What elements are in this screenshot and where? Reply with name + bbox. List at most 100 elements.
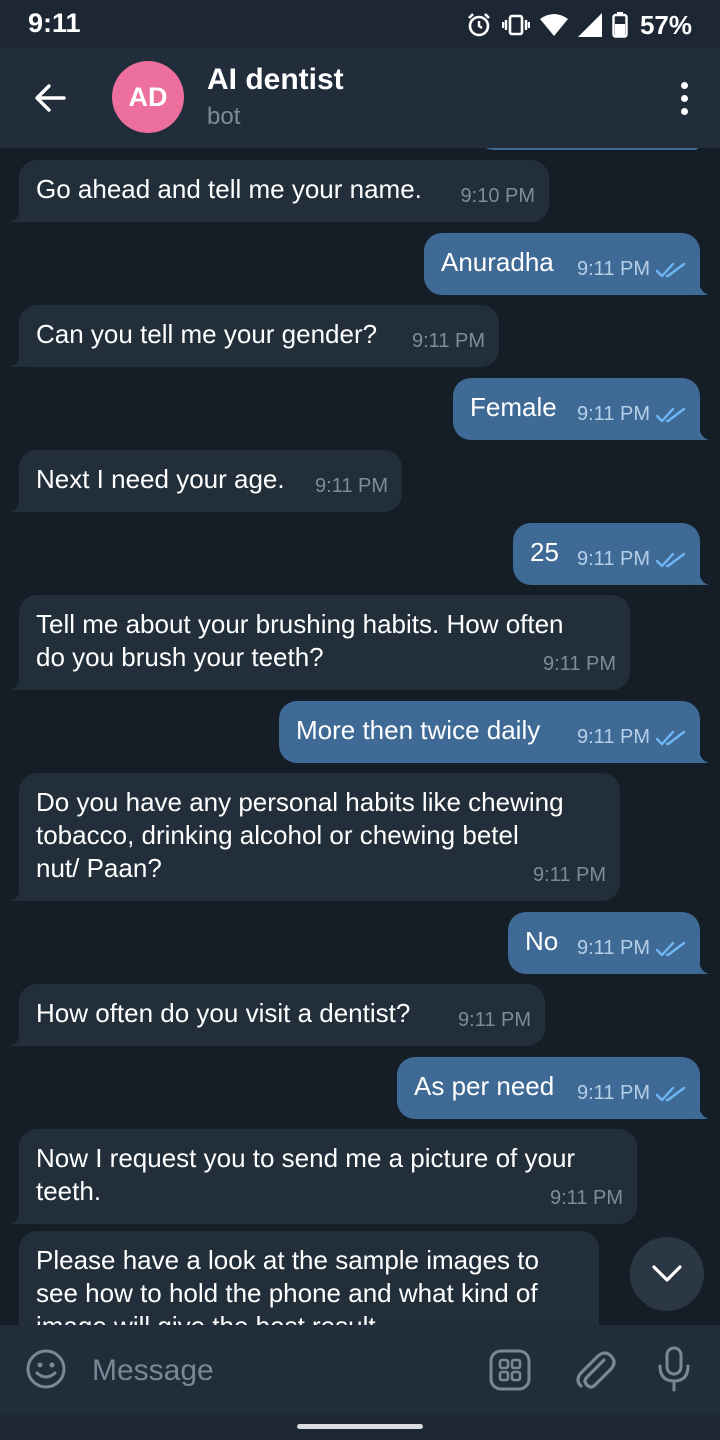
message-line: Next I need your age. bbox=[36, 464, 285, 494]
message-meta: 9:11 PM bbox=[543, 648, 616, 681]
message-list[interactable]: Go ahead and tell me your name. 9:10 PM An… bbox=[0, 148, 720, 1325]
incoming-message[interactable]: Go ahead and tell me your name. 9:10 PM bbox=[10, 160, 549, 222]
chat-subtitle: bot bbox=[207, 103, 241, 130]
message-line: Tell me about your brushing habits. How … bbox=[36, 609, 564, 639]
message-time: 9:11 PM bbox=[577, 548, 650, 570]
outgoing-message[interactable]: No 9:11 PM bbox=[508, 912, 709, 974]
message-time: 9:11 PM bbox=[577, 937, 650, 959]
status-bar: 9:11 57% bbox=[0, 0, 720, 48]
arrow-left-icon bbox=[35, 84, 66, 112]
message-meta: 9:11 PM bbox=[533, 859, 606, 892]
read-receipt-icon bbox=[656, 941, 686, 956]
avatar[interactable]: AD bbox=[112, 61, 184, 133]
message-time: 9:10 PM bbox=[460, 185, 535, 207]
message-line: do you brush your teeth? bbox=[36, 642, 324, 672]
read-receipt-icon bbox=[656, 730, 686, 745]
message-line: Can you tell me your gender? bbox=[36, 319, 378, 349]
dot-icon bbox=[680, 107, 688, 115]
outgoing-message[interactable]: More then twice daily 9:11 PM bbox=[279, 701, 709, 763]
message-line: Do you have any personal habits like che… bbox=[36, 787, 564, 817]
status-icons: 57% bbox=[466, 9, 692, 41]
scroll-to-bottom-button[interactable] bbox=[630, 1237, 704, 1311]
message-time: 9:11 PM bbox=[577, 1082, 650, 1104]
read-receipt-icon bbox=[656, 552, 686, 567]
read-receipt-icon bbox=[656, 1086, 686, 1101]
message-text: How often do you visit a dentist? bbox=[36, 997, 410, 1030]
bubble-tail bbox=[10, 498, 24, 512]
message-line: Female bbox=[470, 392, 557, 422]
message-input[interactable] bbox=[90, 1347, 474, 1395]
bubble-tail bbox=[10, 887, 24, 901]
paperclip-icon[interactable] bbox=[572, 1346, 616, 1392]
bubble-tail bbox=[695, 426, 709, 440]
message-meta: 9:11 PM bbox=[577, 398, 686, 431]
outgoing-message[interactable]: 25 9:11 PM bbox=[513, 523, 709, 585]
incoming-message[interactable]: Now I request you to send me a picture o… bbox=[10, 1129, 637, 1224]
message-line: As per need bbox=[414, 1071, 555, 1101]
microphone-icon[interactable] bbox=[654, 1346, 694, 1392]
message-text: Anuradha bbox=[441, 246, 554, 279]
home-indicator[interactable] bbox=[297, 1424, 423, 1429]
bubble-tail bbox=[10, 676, 24, 690]
bubble-tail bbox=[10, 1210, 24, 1224]
message-text: Can you tell me your gender? bbox=[36, 318, 377, 351]
bubble-tail bbox=[695, 960, 709, 974]
dot-icon bbox=[680, 81, 688, 89]
outgoing-message[interactable]: As per need 9:11 PM bbox=[397, 1057, 709, 1119]
message-time: 9:11 PM bbox=[550, 1187, 623, 1209]
chat-title[interactable]: AI dentist bbox=[207, 63, 344, 97]
message-line: Go ahead and tell me your name. bbox=[36, 174, 422, 204]
message-line: No bbox=[525, 926, 559, 956]
back-button[interactable] bbox=[30, 78, 70, 118]
bubble-tail bbox=[10, 208, 24, 222]
message-time: 9:11 PM bbox=[533, 864, 606, 886]
message-text: Do you have any personal habits like che… bbox=[36, 786, 564, 885]
message-time: 9:11 PM bbox=[315, 475, 388, 497]
message-meta: 9:11 PM bbox=[577, 1077, 686, 1110]
message-line: teeth. bbox=[36, 1176, 102, 1206]
message-meta: 9:11 PM bbox=[458, 1004, 531, 1037]
message-time: 9:11 PM bbox=[577, 726, 650, 748]
message-meta: 9:11 PM bbox=[577, 721, 686, 754]
bot-commands-icon[interactable] bbox=[488, 1348, 532, 1392]
emoji-icon[interactable] bbox=[24, 1347, 68, 1391]
message-time: 9:11 PM bbox=[412, 330, 485, 352]
message-line: Anuradha bbox=[441, 247, 554, 277]
incoming-message[interactable]: Can you tell me your gender? 9:11 PM bbox=[10, 305, 499, 367]
message-text: Please have a look at the sample images … bbox=[36, 1244, 539, 1325]
message-meta: 9:11 PM bbox=[550, 1182, 623, 1215]
message-text: As per need bbox=[414, 1070, 554, 1103]
incoming-message[interactable]: Do you have any personal habits like che… bbox=[10, 773, 620, 901]
message-text: Go ahead and tell me your name. bbox=[36, 173, 422, 206]
message-time: 9:11 PM bbox=[543, 653, 616, 675]
incoming-message[interactable]: Tell me about your brushing habits. How … bbox=[10, 595, 630, 690]
more-options-button[interactable] bbox=[674, 78, 694, 118]
message-line: nut/ Paan? bbox=[36, 853, 162, 883]
message-text: Tell me about your brushing habits. How … bbox=[36, 608, 564, 674]
battery-icon bbox=[612, 12, 628, 38]
outgoing-message[interactable]: Female 9:11 PM bbox=[453, 378, 709, 440]
message-time: 9:11 PM bbox=[577, 258, 650, 280]
message-meta: 9:10 PM bbox=[461, 180, 535, 213]
incoming-message[interactable]: Next I need your age. 9:11 PM bbox=[10, 450, 402, 512]
message-meta: 9:11 PM bbox=[577, 543, 686, 576]
message-line: More then twice daily bbox=[296, 715, 541, 745]
message-meta: 9:11 PM bbox=[315, 470, 388, 503]
message-text: More then twice daily bbox=[296, 714, 540, 747]
message-line: Please have a look at the sample images … bbox=[36, 1245, 539, 1275]
message-line: 25 bbox=[530, 537, 559, 567]
bubble-tail bbox=[695, 1105, 709, 1119]
message-line: How often do you visit a dentist? bbox=[36, 998, 411, 1028]
vibrate-icon bbox=[501, 14, 530, 36]
message-time: 9:11 PM bbox=[458, 1009, 531, 1031]
bubble-tail bbox=[10, 353, 24, 367]
incoming-message[interactable]: How often do you visit a dentist? 9:11 PM bbox=[10, 984, 545, 1046]
outgoing-message[interactable]: Anuradha 9:11 PM bbox=[424, 233, 709, 295]
signal-icon bbox=[577, 13, 602, 37]
bubble-tail bbox=[695, 749, 709, 763]
navigation-bar bbox=[0, 1415, 720, 1440]
wifi-icon bbox=[539, 14, 568, 36]
bubble-tail bbox=[695, 571, 709, 585]
chevron-down-icon bbox=[652, 1265, 682, 1282]
incoming-message[interactable]: Please have a look at the sample images … bbox=[19, 1231, 599, 1325]
